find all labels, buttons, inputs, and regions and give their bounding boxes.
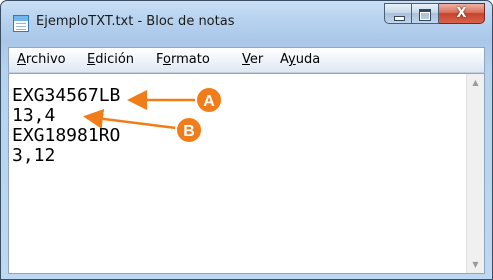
scroll-up-arrow-icon[interactable]: ▲ <box>467 74 484 91</box>
text-line-3: EXG18981RO <box>12 125 121 146</box>
menu-accelerator: y <box>288 52 296 67</box>
maximize-button[interactable] <box>412 3 439 24</box>
menu-label-first: A <box>280 52 289 67</box>
menu-label-rest: er <box>249 52 264 67</box>
notepad-window: EjemploTXT.txt - Bloc de notas X Archivo… <box>0 0 493 280</box>
menu-formato[interactable]: Formato <box>156 52 210 67</box>
minimize-button[interactable] <box>384 3 412 24</box>
menu-ayuda[interactable]: Ayuda <box>280 52 320 67</box>
menu-accelerator: E <box>87 52 96 67</box>
menu-accelerator: o <box>163 52 171 67</box>
menu-label-first: F <box>156 52 164 67</box>
window-title: EjemploTXT.txt - Bloc de notas <box>36 14 235 29</box>
menu-edicion[interactable]: Edición <box>87 52 134 67</box>
menu-label-rest: dición <box>95 52 135 67</box>
vertical-scrollbar[interactable]: ▲ ▼ <box>466 74 484 273</box>
text-line-4: 3,12 <box>12 145 56 166</box>
notepad-icon[interactable] <box>13 15 29 32</box>
menu-ver[interactable]: Ver <box>242 52 263 67</box>
minimize-icon <box>394 16 405 21</box>
menu-accelerator: V <box>242 52 250 67</box>
close-button[interactable]: X <box>439 3 485 24</box>
close-icon: X <box>456 6 467 21</box>
window-controls: X <box>384 3 485 24</box>
text-line-2: 13,4 <box>12 105 56 126</box>
menu-bar: Archivo Edición Formato Ver Ayuda <box>8 47 485 73</box>
text-line-1: EXG34567LB <box>12 85 121 106</box>
text-editor[interactable]: EXG34567LB 13,4 EXG18981RO 3,12 ▲ ▼ <box>8 73 485 274</box>
menu-label-rest: rchivo <box>25 52 66 67</box>
menu-accelerator: A <box>17 52 26 67</box>
maximize-icon <box>419 9 431 21</box>
title-bar[interactable]: EjemploTXT.txt - Bloc de notas X <box>1 1 492 45</box>
menu-label-rest: uda <box>295 52 321 67</box>
text-content[interactable]: EXG34567LB 13,4 EXG18981RO 3,12 <box>12 86 462 166</box>
menu-label-rest: rmato <box>170 52 210 67</box>
scroll-down-arrow-icon[interactable]: ▼ <box>467 256 484 273</box>
menu-archivo[interactable]: Archivo <box>17 52 66 67</box>
